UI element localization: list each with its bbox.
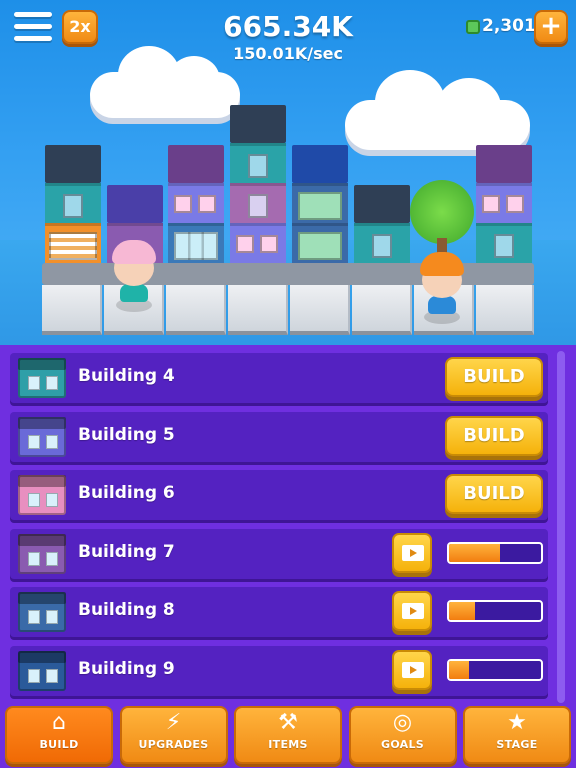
build-button[interactable]: BUILD [445,474,543,514]
building-name: Building 8 [78,600,175,620]
cloud [90,46,240,118]
tab-label: GOALS [380,738,425,751]
tab-label: UPGRADES [138,738,209,751]
tab-label: ITEMS [268,738,308,751]
pavement-tile [476,285,534,335]
tab-label: STAGE [496,738,538,751]
tiger-hat-character[interactable] [416,252,468,324]
house-icon: ⌂ [52,710,66,735]
building-name: Building 6 [78,483,175,503]
tab-build[interactable]: ⌂ BUILD [5,706,113,764]
pavement-tile [352,285,412,335]
building-name: Building 7 [78,541,175,562]
building-thumbnail-icon [18,650,66,691]
tower-1[interactable] [45,145,101,263]
green-gem-icon [466,20,480,34]
progress-fill [449,660,470,679]
pavement-tile [166,285,226,335]
watch-video-icon[interactable] [392,591,432,631]
building-thumbnail-icon [18,416,66,457]
tree [410,180,474,244]
building-thumbnail-icon [18,475,66,515]
cloud [345,70,530,150]
add-gems-button[interactable]: + [534,10,568,44]
progress-fill [449,602,475,620]
scrollbar[interactable] [557,351,565,703]
unlock-progress-bar [447,600,543,622]
hammer-icon: ⚒ [278,710,298,735]
building-thumbnail-icon [18,533,66,574]
gem-count: 2,301 [482,16,536,36]
tab-upgrades[interactable]: ⚡ UPGRADES [119,706,228,764]
unlock-progress-bar [447,541,543,564]
top-bar: 2x 665.34K 150.01K/sec 2,301 + [0,0,576,70]
tab-stage[interactable]: ★ STAGE [463,706,571,764]
tower-4[interactable] [230,105,286,263]
buildings-panel: Building 4 BUILD Building 5 BUILD Building 6… [0,345,576,708]
star-icon: ★ [507,710,527,735]
watch-video-icon[interactable] [392,649,432,690]
build-button[interactable]: BUILD [445,415,543,456]
watch-video-icon[interactable] [392,532,432,573]
building-thumbnail-icon [18,592,66,632]
target-icon: ◎ [392,710,413,735]
building-row: Building 4 BUILD [10,353,548,403]
income-rate: 150.01K/sec [233,44,343,63]
tab-items[interactable]: ⚒ ITEMS [234,706,342,764]
tower-6[interactable] [354,185,410,263]
tower-5[interactable] [292,145,348,263]
lightning-icon: ⚡ [165,710,182,735]
building-row: Building 5 BUILD [10,411,548,462]
building-name: Building 4 [78,366,175,386]
progress-fill [449,543,500,562]
building-row: Building 9 [10,645,548,696]
bottom-tab-bar: ⌂ BUILD ⚡ UPGRADES ⚒ ITEMS ◎ GOALS ★ STAGE [0,706,576,768]
pavement-tile [228,285,288,335]
build-button[interactable]: BUILD [445,357,543,397]
building-row: Building 8 [10,587,548,637]
tower-3[interactable] [168,145,224,263]
tab-goals[interactable]: ◎ GOALS [348,706,457,764]
building-row: Building 6 BUILD [10,470,548,520]
building-row: Building 7 [10,528,548,579]
tab-label: BUILD [39,738,79,751]
pavement-tile [290,285,350,335]
building-name: Building 5 [78,424,175,445]
unlock-progress-bar [447,658,543,681]
bunny-hat-character[interactable] [108,240,160,312]
building-name: Building 9 [78,658,175,679]
building-thumbnail-icon [18,358,66,398]
tower-7[interactable] [476,145,532,263]
pavement-tile [42,285,102,335]
